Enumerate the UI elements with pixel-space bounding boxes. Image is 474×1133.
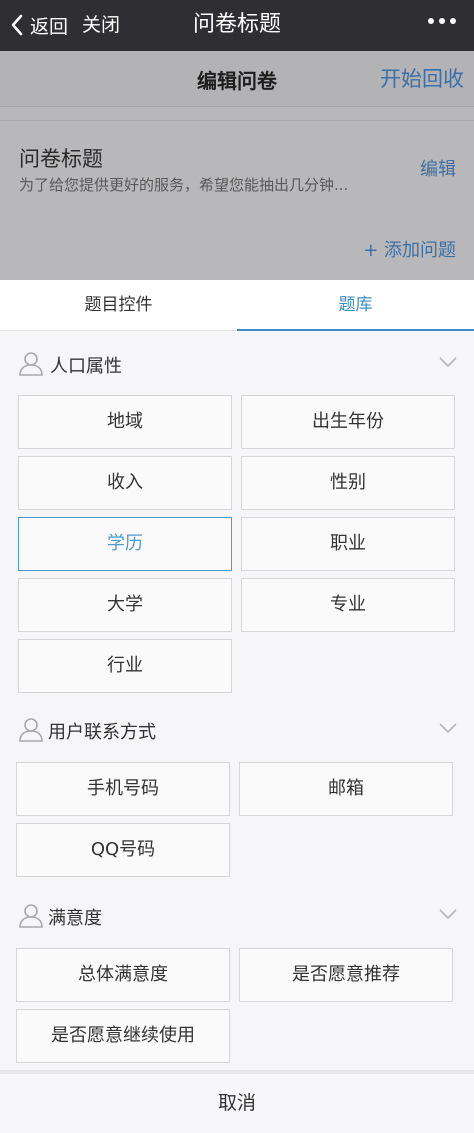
question-bank-sheet: 题目控件 题库 人口属性 地域 出生年份 收入 性别 学历 职业 大学 专业 行… — [0, 280, 474, 1133]
back-button[interactable]: 返回 — [10, 12, 68, 38]
section-label: 人口属性 — [50, 356, 122, 377]
editor-header: 编辑问卷 开始回收 — [0, 51, 474, 107]
option-phone[interactable]: 手机号码 — [16, 762, 230, 816]
add-question-button[interactable]: + 添加问题 — [363, 236, 456, 262]
tab-question-bank[interactable]: 题库 — [237, 280, 474, 331]
cancel-button[interactable]: 取消 — [0, 1070, 474, 1133]
section-label: 满意度 — [48, 908, 102, 929]
user-icon — [19, 352, 43, 376]
section-satisfaction[interactable]: 满意度 — [0, 892, 474, 940]
option-major[interactable]: 专业 — [241, 578, 455, 632]
option-gender[interactable]: 性别 — [241, 456, 455, 510]
option-industry[interactable]: 行业 — [18, 639, 232, 693]
section-contact[interactable]: 用户联系方式 — [0, 706, 474, 754]
tab-controls[interactable]: 题目控件 — [0, 280, 237, 331]
option-occupation[interactable]: 职业 — [241, 517, 455, 571]
user-icon — [19, 904, 43, 928]
tab-bar: 题目控件 题库 — [0, 280, 474, 331]
option-qq[interactable]: QQ号码 — [16, 823, 230, 877]
user-icon — [19, 718, 43, 742]
page-title: 问卷标题 — [192, 12, 281, 37]
option-would-recommend[interactable]: 是否愿意推荐 — [239, 948, 453, 1002]
chevron-down-icon — [439, 723, 457, 734]
survey-description: 为了给您提供更好的服务，希望您能抽出几分钟... — [19, 176, 349, 194]
close-button[interactable]: 关闭 — [82, 12, 120, 38]
back-label: 返回 — [30, 15, 69, 38]
chevron-down-icon — [439, 357, 457, 368]
option-birth-year[interactable]: 出生年份 — [241, 395, 455, 449]
option-email[interactable]: 邮箱 — [239, 762, 453, 816]
chevron-left-icon — [11, 14, 23, 36]
option-overall-satisfaction[interactable]: 总体满意度 — [16, 948, 230, 1002]
option-university[interactable]: 大学 — [18, 578, 232, 632]
edit-button[interactable]: 编辑 — [420, 155, 456, 181]
survey-title: 问卷标题 — [19, 147, 103, 171]
option-continue-use[interactable]: 是否愿意继续使用 — [16, 1009, 230, 1063]
underlay-page: 编辑问卷 开始回收 问卷标题 为了给您提供更好的服务，希望您能抽出几分钟... … — [0, 51, 474, 280]
start-collect-button[interactable]: 开始回收 — [380, 63, 464, 93]
option-income[interactable]: 收入 — [18, 456, 232, 510]
navbar: 返回 关闭 问卷标题 — [0, 0, 474, 51]
more-icon[interactable] — [428, 18, 456, 24]
survey-card: 问卷标题 为了给您提供更好的服务，希望您能抽出几分钟... 编辑 + 添加问题 — [0, 120, 474, 280]
option-education[interactable]: 学历 — [18, 517, 232, 571]
section-label: 用户联系方式 — [48, 722, 156, 743]
option-region[interactable]: 地域 — [18, 395, 232, 449]
chevron-down-icon — [439, 909, 457, 920]
section-demographics[interactable]: 人口属性 — [0, 340, 474, 388]
